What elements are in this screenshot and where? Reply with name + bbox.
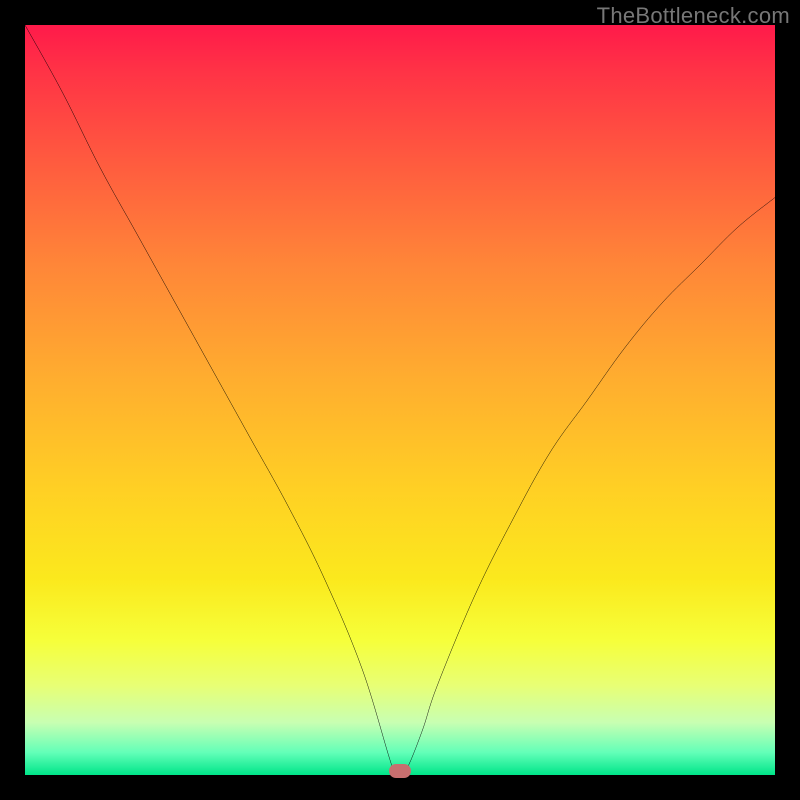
optimum-marker — [389, 764, 411, 778]
chart-frame: TheBottleneck.com — [0, 0, 800, 800]
plot-area — [25, 25, 775, 775]
watermark-text: TheBottleneck.com — [597, 3, 790, 29]
bottleneck-curve — [25, 25, 775, 775]
